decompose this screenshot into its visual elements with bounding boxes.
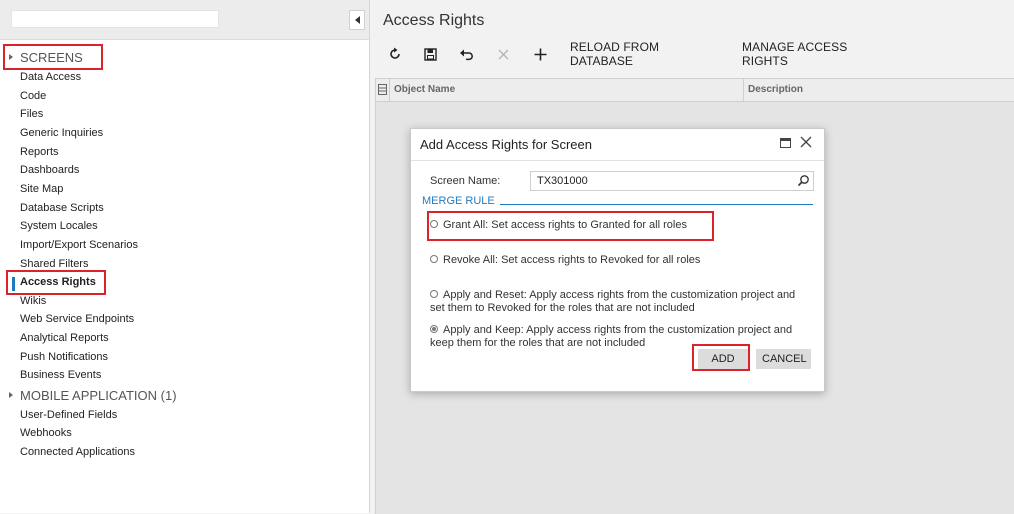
refresh-icon (390, 47, 400, 59)
sidebar-item-dashboards[interactable]: Dashboards (20, 162, 79, 178)
radio-revoke-all[interactable] (430, 255, 438, 263)
radio-grant-all[interactable] (430, 220, 438, 228)
screen-name-field[interactable]: TX301000 (530, 171, 814, 191)
manage-access-rights-button[interactable]: MANAGE ACCESS RIGHTS (742, 40, 892, 68)
sidebar-item-data-access[interactable]: Data Access (20, 69, 81, 85)
undo-button[interactable] (457, 44, 475, 64)
maximize-icon[interactable] (780, 138, 791, 148)
group-screens-label: SCREENS (20, 49, 83, 65)
caret-right-icon (9, 392, 13, 398)
sidebar-item-reports[interactable]: Reports (20, 144, 59, 160)
page-title: Access Rights (383, 12, 485, 29)
sidebar-item-shared-filters[interactable]: Shared Filters (20, 256, 88, 272)
collapse-sidebar-button[interactable] (349, 10, 365, 30)
group-mobile-application[interactable]: MOBILE APPLICATION (1) (0, 386, 177, 404)
add-button[interactable]: ADD (698, 349, 748, 369)
reload-from-database-button[interactable]: RELOAD FROM DATABASE (570, 40, 720, 68)
group-mobile-label: MOBILE APPLICATION (1) (20, 387, 177, 403)
sidebar-search-input[interactable] (11, 10, 219, 28)
delete-icon (498, 49, 508, 59)
merge-rule-divider (500, 204, 813, 205)
radio-apply-and-reset[interactable] (430, 290, 438, 298)
sidebar-item-site-map[interactable]: Site Map (20, 181, 63, 197)
screen-name-value: TX301000 (537, 175, 588, 187)
column-header-description[interactable]: Description (744, 79, 1014, 101)
sidebar-item-business-events[interactable]: Business Events (20, 367, 101, 383)
column-config-icon[interactable] (378, 84, 387, 95)
option-apply-and-reset[interactable]: Apply and Reset: Apply access rights fro… (430, 289, 795, 315)
add-icon (534, 48, 546, 60)
sidebar-item-push-notifications[interactable]: Push Notifications (20, 349, 108, 365)
option-grant-all[interactable]: Grant All: Set access rights to Granted … (430, 219, 687, 232)
merge-rule-label: MERGE RULE (422, 195, 495, 207)
dialog-header: Add Access Rights for Screen (411, 129, 824, 161)
group-screens[interactable]: SCREENS (0, 48, 83, 66)
option-grant-all-label: Grant All: Set access rights to Granted … (443, 219, 687, 231)
option-apply-and-keep[interactable]: Apply and Keep: Apply access rights from… (430, 324, 792, 350)
add-access-rights-dialog: Add Access Rights for Screen Screen Name… (410, 128, 825, 392)
sidebar-item-generic-inquiries[interactable]: Generic Inquiries (20, 125, 103, 141)
dialog-title: Add Access Rights for Screen (420, 137, 592, 152)
chevron-left-icon (354, 16, 360, 24)
option-apply-and-keep-label-line2: keep them for the roles that are not inc… (430, 337, 646, 349)
column-header-object-name[interactable]: Object Name (390, 79, 743, 101)
sidebar-item-webhooks[interactable]: Webhooks (20, 425, 72, 441)
save-button[interactable] (421, 44, 439, 64)
radio-apply-and-keep[interactable] (430, 325, 438, 333)
caret-right-icon (9, 54, 13, 60)
option-apply-and-reset-label-line2: set them to Revoked for the roles that a… (430, 302, 695, 314)
sidebar-item-connected-applications[interactable]: Connected Applications (20, 444, 135, 460)
option-apply-and-keep-label: Apply and Keep: Apply access rights from… (443, 324, 793, 336)
sidebar-item-database-scripts[interactable]: Database Scripts (20, 200, 104, 216)
sidebar-item-import-export-scenarios[interactable]: Import/Export Scenarios (20, 237, 138, 253)
sidebar-toolbar (0, 0, 369, 40)
option-revoke-all[interactable]: Revoke All: Set access rights to Revoked… (430, 254, 700, 267)
close-icon[interactable] (799, 135, 813, 149)
undo-icon (459, 49, 473, 60)
screen-name-label: Screen Name: (430, 175, 501, 187)
sidebar-item-files[interactable]: Files (20, 106, 43, 122)
cancel-button[interactable]: CANCEL (756, 349, 811, 369)
option-apply-and-reset-label: Apply and Reset: Apply access rights fro… (443, 289, 796, 301)
add-button[interactable] (531, 44, 549, 64)
save-icon (423, 47, 437, 61)
refresh-button[interactable] (386, 44, 404, 64)
sidebar-item-user-defined-fields[interactable]: User-Defined Fields (20, 407, 117, 423)
delete-button[interactable] (494, 44, 512, 64)
grid-header: Object Name Description (376, 79, 1014, 102)
sidebar-item-analytical-reports[interactable]: Analytical Reports (20, 330, 109, 346)
search-icon[interactable] (797, 174, 810, 187)
active-item-marker (12, 277, 15, 291)
sidebar-item-access-rights[interactable]: Access Rights (20, 274, 96, 290)
sidebar-item-web-service-endpoints[interactable]: Web Service Endpoints (20, 311, 134, 327)
sidebar-item-code[interactable]: Code (20, 88, 46, 104)
option-revoke-all-label: Revoke All: Set access rights to Revoked… (443, 254, 701, 266)
sidebar-item-system-locales[interactable]: System Locales (20, 218, 98, 234)
sidebar: SCREENS Data Access Code Files Generic I… (0, 0, 370, 513)
sidebar-item-wikis[interactable]: Wikis (20, 293, 46, 309)
